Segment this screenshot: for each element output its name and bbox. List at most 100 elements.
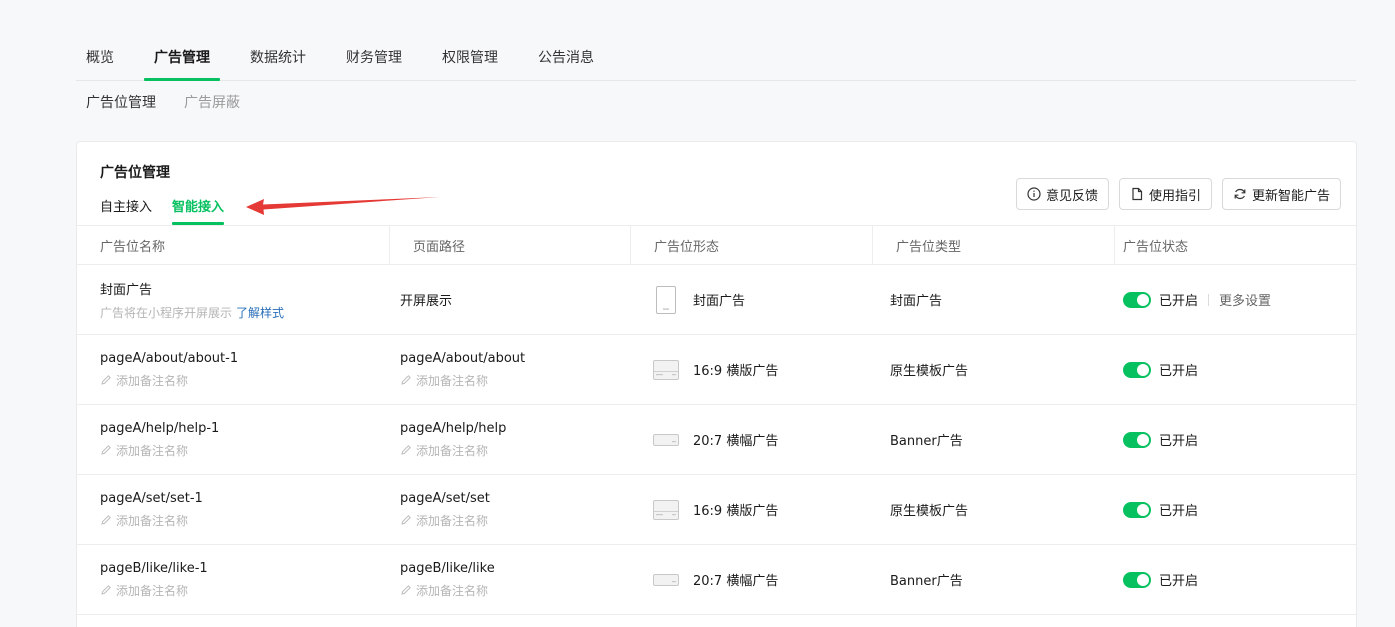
landscape-card-icon [653,359,679,380]
update-smart-ads-label: 更新智能广告 [1251,188,1330,204]
tab-manual-access[interactable]: 自主接入 [100,196,152,225]
tab-smart-access[interactable]: 智能接入 [172,196,225,225]
add-note-button[interactable]: 添加备注名称 [400,372,631,389]
add-note-button[interactable]: 添加备注名称 [400,582,631,599]
table-row: pageB/like/like-1 添加备注名称 pageB/like/like… [77,545,1356,615]
sub-tab-ad-blocking[interactable]: 广告屏蔽 [184,92,240,112]
tab-announcements[interactable]: 公告消息 [528,36,604,81]
slot-name: pageB/like/like-1 [100,560,208,576]
sub-tab-ad-slots[interactable]: 广告位管理 [86,92,156,112]
status-toggle[interactable] [1123,361,1151,378]
page-path: pageB/like/like [400,560,495,576]
add-note-label: 添加备注名称 [416,583,489,598]
add-note-label: 添加备注名称 [416,443,489,458]
ad-slot-table: 广告位名称 页面路径 广告位形态 广告位类型 广告位状态 封面广告 广告将在小程… [77,225,1356,615]
slot-shape: 20:7 横幅广告 [693,434,779,449]
slot-name: pageA/set/set-1 [100,490,203,506]
slot-type: Banner广告 [890,574,963,589]
tab-data-statistics[interactable]: 数据统计 [240,36,316,81]
slot-shape: 16:9 横版广告 [693,364,779,379]
add-note-button[interactable]: 添加备注名称 [100,582,390,599]
status-toggle[interactable] [1123,501,1151,518]
header-slot-shape: 广告位形态 [631,226,873,264]
slot-type: 封面广告 [890,294,943,309]
page-path: pageA/set/set [400,490,490,506]
divider [1208,293,1210,306]
table-header: 广告位名称 页面路径 广告位形态 广告位类型 广告位状态 [77,225,1356,265]
table-row: pageA/about/about-1 添加备注名称 pageA/about/a… [77,335,1356,405]
status-toggle[interactable] [1123,571,1151,588]
add-note-label: 添加备注名称 [416,373,489,388]
page-path: pageA/help/help [400,420,507,436]
phone-portrait-icon [653,285,679,314]
top-nav: 概览 广告管理 数据统计 财务管理 权限管理 公告消息 [76,36,1356,81]
page-path: 开屏展示 [400,294,453,309]
access-mode-tabs: 自主接入 智能接入 [100,196,244,225]
status-text: 已开启 [1159,504,1199,519]
sub-nav: 广告位管理 广告屏蔽 [86,92,268,112]
add-note-label: 添加备注名称 [116,513,189,528]
card-title: 广告位管理 [100,165,170,181]
feedback-button[interactable]: 意见反馈 [1015,178,1109,210]
card-actions: 意见反馈 使用指引 更新智能广告 [1015,178,1341,210]
header-slot-status: 广告位状态 [1123,239,1189,255]
header-slot-name: 广告位名称 [77,226,390,264]
status-text: 已开启 [1159,294,1199,309]
header-slot-type: 广告位类型 [873,226,1115,264]
add-note-label: 添加备注名称 [116,443,189,458]
banner-strip-icon [653,573,679,586]
pencil-icon [101,375,111,385]
add-note-label: 添加备注名称 [416,513,489,528]
add-note-button[interactable]: 添加备注名称 [100,442,390,459]
add-note-button[interactable]: 添加备注名称 [400,512,631,529]
slot-type: 原生模板广告 [890,364,969,379]
slot-description-text: 广告将在小程序开屏展示 [100,305,233,320]
banner-strip-icon [653,433,679,446]
tab-overview[interactable]: 概览 [76,36,124,81]
add-note-label: 添加备注名称 [116,583,189,598]
table-row: pageA/help/help-1 添加备注名称 pageA/help/help… [77,405,1356,475]
header-page-path: 页面路径 [390,226,631,264]
feedback-label: 意见反馈 [1045,188,1098,204]
document-icon [1132,187,1143,201]
slot-shape: 16:9 横版广告 [693,504,779,519]
pencil-icon [101,515,111,525]
table-row: 封面广告 广告将在小程序开屏展示 了解样式 开屏展示 封面广告 封面广告 已开启… [77,265,1356,335]
guide-label: 使用指引 [1148,188,1201,204]
pencil-icon [401,375,411,385]
update-smart-ads-button[interactable]: 更新智能广告 [1221,178,1341,210]
add-note-button[interactable]: 添加备注名称 [400,442,631,459]
slot-name: 封面广告 [100,282,153,298]
annotation-arrow-icon [246,197,440,215]
slot-type: Banner广告 [890,434,963,449]
pencil-icon [101,445,111,455]
slot-name: pageA/about/about-1 [100,350,239,366]
slot-name: pageA/help/help-1 [100,420,220,436]
guide-button[interactable]: 使用指引 [1118,178,1212,210]
more-settings-link[interactable]: 更多设置 [1219,290,1271,309]
ad-slot-card: 广告位管理 自主接入 智能接入 意见反馈 使用指引 更新智能广告 广告位名称 页… [76,141,1357,627]
status-toggle[interactable] [1123,431,1151,448]
add-note-button[interactable]: 添加备注名称 [100,512,390,529]
pencil-icon [401,585,411,595]
info-circle-icon [1027,187,1041,201]
refresh-icon [1234,188,1246,200]
status-text: 已开启 [1159,574,1199,589]
slot-type: 原生模板广告 [890,504,969,519]
learn-style-link[interactable]: 了解样式 [236,306,284,320]
tab-permissions[interactable]: 权限管理 [432,36,508,81]
landscape-card-icon [653,499,679,520]
pencil-icon [101,585,111,595]
tab-finance[interactable]: 财务管理 [336,36,412,81]
pencil-icon [401,515,411,525]
status-toggle[interactable] [1123,291,1151,308]
table-row: pageA/set/set-1 添加备注名称 pageA/set/set 添加备… [77,475,1356,545]
pencil-icon [401,445,411,455]
add-note-label: 添加备注名称 [116,373,189,388]
slot-description: 广告将在小程序开屏展示 了解样式 [100,304,390,321]
slot-shape: 封面广告 [693,294,746,309]
status-text: 已开启 [1159,434,1199,449]
tab-ad-management[interactable]: 广告管理 [144,36,220,81]
page-path: pageA/about/about [400,350,526,366]
add-note-button[interactable]: 添加备注名称 [100,372,390,389]
